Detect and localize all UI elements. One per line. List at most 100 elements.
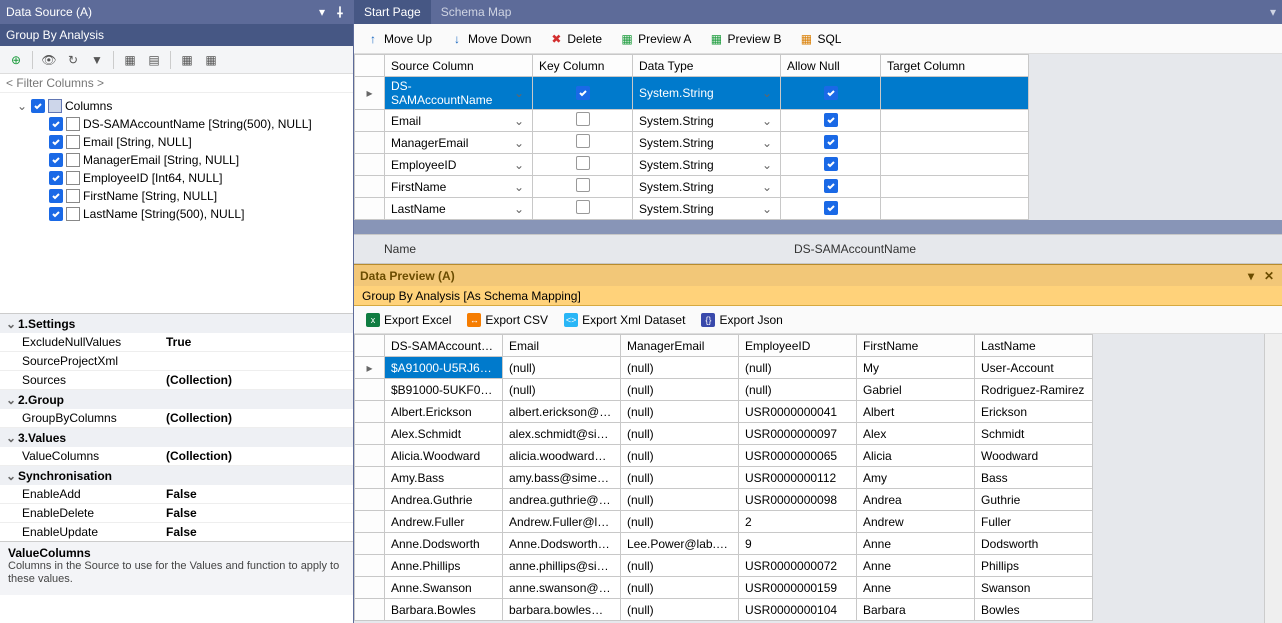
checkbox-off[interactable] <box>576 134 590 148</box>
cell-source-column[interactable]: EmployeeID⌄ <box>385 154 533 176</box>
export-xml-button[interactable]: <>Export Xml Dataset <box>558 311 691 329</box>
tree-checkbox[interactable] <box>49 171 63 185</box>
checkbox-on[interactable] <box>576 86 590 100</box>
cell[interactable]: USR0000000065 <box>739 445 857 467</box>
cell-key-column[interactable] <box>533 176 633 198</box>
cell[interactable]: Anne.Dodsworth <box>385 533 503 555</box>
cell[interactable]: Amy <box>857 467 975 489</box>
cell-key-column[interactable] <box>533 198 633 220</box>
move-up-button[interactable]: ↑Move Up <box>360 30 438 48</box>
cell[interactable]: Bass <box>975 467 1093 489</box>
checkbox-on[interactable] <box>824 113 838 127</box>
grid1-icon[interactable]: ▦ <box>120 50 140 70</box>
cell[interactable]: Lee.Power@lab.sim… <box>621 533 739 555</box>
row-header[interactable] <box>355 445 385 467</box>
prop-cat-values[interactable]: ⌄3.Values <box>0 428 353 447</box>
cell[interactable]: (null) <box>621 357 739 379</box>
cell-data-type[interactable]: System.String⌄ <box>633 77 781 110</box>
cell-target-column[interactable] <box>881 77 1029 110</box>
tree-checkbox[interactable] <box>49 117 63 131</box>
cell[interactable]: USR0000000112 <box>739 467 857 489</box>
tree-column-item[interactable]: DS-SAMAccountName [String(500), NULL] <box>2 115 351 133</box>
chevron-down-icon[interactable]: ⌄ <box>760 202 774 216</box>
row-header[interactable] <box>355 198 385 220</box>
eye-icon[interactable]: 👁 <box>39 50 59 70</box>
prop-row[interactable]: Sources(Collection) <box>0 371 353 390</box>
cell[interactable]: USR0000000098 <box>739 489 857 511</box>
vertical-scrollbar[interactable] <box>1264 334 1282 623</box>
preview-row[interactable]: Amy.Bassamy.bass@simego…(null)USR0000000… <box>355 467 1093 489</box>
delete-button[interactable]: ✖Delete <box>543 30 608 48</box>
cell[interactable]: 9 <box>739 533 857 555</box>
cell[interactable]: Schmidt <box>975 423 1093 445</box>
cell[interactable]: (null) <box>621 599 739 621</box>
cell[interactable]: andrea.guthrie@si… <box>503 489 621 511</box>
schema-table[interactable]: Source Column Key Column Data Type Allow… <box>354 54 1029 220</box>
cell[interactable]: $A91000-U5RJ627M… <box>385 357 503 379</box>
cell[interactable]: Anne <box>857 555 975 577</box>
cell[interactable]: Barbara.Bowles <box>385 599 503 621</box>
cell-key-column[interactable] <box>533 77 633 110</box>
cell[interactable]: Anne.Phillips <box>385 555 503 577</box>
cell[interactable]: (null) <box>503 357 621 379</box>
checkbox-off[interactable] <box>576 156 590 170</box>
cell[interactable]: (null) <box>621 423 739 445</box>
preview-row[interactable]: Alicia.Woodwardalicia.woodward@s…(null)U… <box>355 445 1093 467</box>
col-data-type[interactable]: Data Type <box>633 55 781 77</box>
data-preview-grid[interactable]: DS-SAMAccountNam Email ManagerEmail Empl… <box>354 334 1282 623</box>
cell[interactable]: Andrea.Guthrie <box>385 489 503 511</box>
dropdown-icon[interactable]: ▾ <box>315 5 329 19</box>
cell[interactable]: Alicia.Woodward <box>385 445 503 467</box>
prop-row[interactable]: GroupByColumns(Collection) <box>0 409 353 428</box>
row-header[interactable] <box>355 511 385 533</box>
cell-data-type[interactable]: System.String⌄ <box>633 154 781 176</box>
cell[interactable]: Anne.Dodsworth@l… <box>503 533 621 555</box>
preview-row[interactable]: Andrea.Guthrieandrea.guthrie@si…(null)US… <box>355 489 1093 511</box>
col-source-column[interactable]: Source Column <box>385 55 533 77</box>
cell[interactable]: alicia.woodward@s… <box>503 445 621 467</box>
table1-icon[interactable]: ▦ <box>177 50 197 70</box>
cell-allow-null[interactable] <box>781 154 881 176</box>
cell[interactable]: barbara.bowles@si… <box>503 599 621 621</box>
cell[interactable]: Andrew.Fuller@lab… <box>503 511 621 533</box>
tree-column-item[interactable]: ManagerEmail [String, NULL] <box>2 151 351 169</box>
row-header[interactable] <box>355 379 385 401</box>
row-header[interactable] <box>355 599 385 621</box>
tree-column-item[interactable]: LastName [String(500), NULL] <box>2 205 351 223</box>
cell[interactable]: alex.schmidt@sime… <box>503 423 621 445</box>
cell[interactable]: Swanson <box>975 577 1093 599</box>
cell-source-column[interactable]: Email⌄ <box>385 110 533 132</box>
tree-checkbox[interactable] <box>49 189 63 203</box>
cell[interactable]: (null) <box>621 401 739 423</box>
tree-column-item[interactable]: FirstName [String, NULL] <box>2 187 351 205</box>
row-header[interactable] <box>355 176 385 198</box>
cell[interactable]: USR0000000104 <box>739 599 857 621</box>
preview-row[interactable]: Anne.DodsworthAnne.Dodsworth@l…Lee.Power… <box>355 533 1093 555</box>
preview-row[interactable]: Andrew.FullerAndrew.Fuller@lab…(null)2An… <box>355 511 1093 533</box>
close-icon[interactable]: ✕ <box>1262 269 1276 283</box>
cell[interactable]: Erickson <box>975 401 1093 423</box>
schema-row[interactable]: EmployeeID⌄ System.String⌄ <box>355 154 1029 176</box>
export-excel-button[interactable]: xExport Excel <box>360 311 457 329</box>
preview-row[interactable]: Alex.Schmidtalex.schmidt@sime…(null)USR0… <box>355 423 1093 445</box>
schema-row[interactable]: LastName⌄System.String⌄ <box>355 198 1029 220</box>
row-header[interactable] <box>355 423 385 445</box>
cell-allow-null[interactable] <box>781 132 881 154</box>
cell-allow-null[interactable] <box>781 77 881 110</box>
preview-a-button[interactable]: ▦Preview A <box>614 30 697 48</box>
preview-table[interactable]: DS-SAMAccountNam Email ManagerEmail Empl… <box>354 334 1093 621</box>
checkbox-on[interactable] <box>824 86 838 100</box>
cell[interactable]: (null) <box>739 357 857 379</box>
prop-row[interactable]: EnableDeleteFalse <box>0 504 353 523</box>
row-header[interactable] <box>355 555 385 577</box>
cell[interactable]: Anne.Swanson <box>385 577 503 599</box>
prop-row[interactable]: EnableUpdateFalse <box>0 523 353 541</box>
cell[interactable]: amy.bass@simego… <box>503 467 621 489</box>
chevron-down-icon[interactable]: ⌄ <box>512 86 526 100</box>
cell[interactable]: Anne <box>857 533 975 555</box>
preview-row[interactable]: Anne.Phillipsanne.phillips@sime…(null)US… <box>355 555 1093 577</box>
schema-row[interactable]: FirstName⌄System.String⌄ <box>355 176 1029 198</box>
cell[interactable]: USR0000000041 <box>739 401 857 423</box>
cell[interactable]: Anne <box>857 577 975 599</box>
export-json-button[interactable]: {}Export Json <box>695 311 788 329</box>
